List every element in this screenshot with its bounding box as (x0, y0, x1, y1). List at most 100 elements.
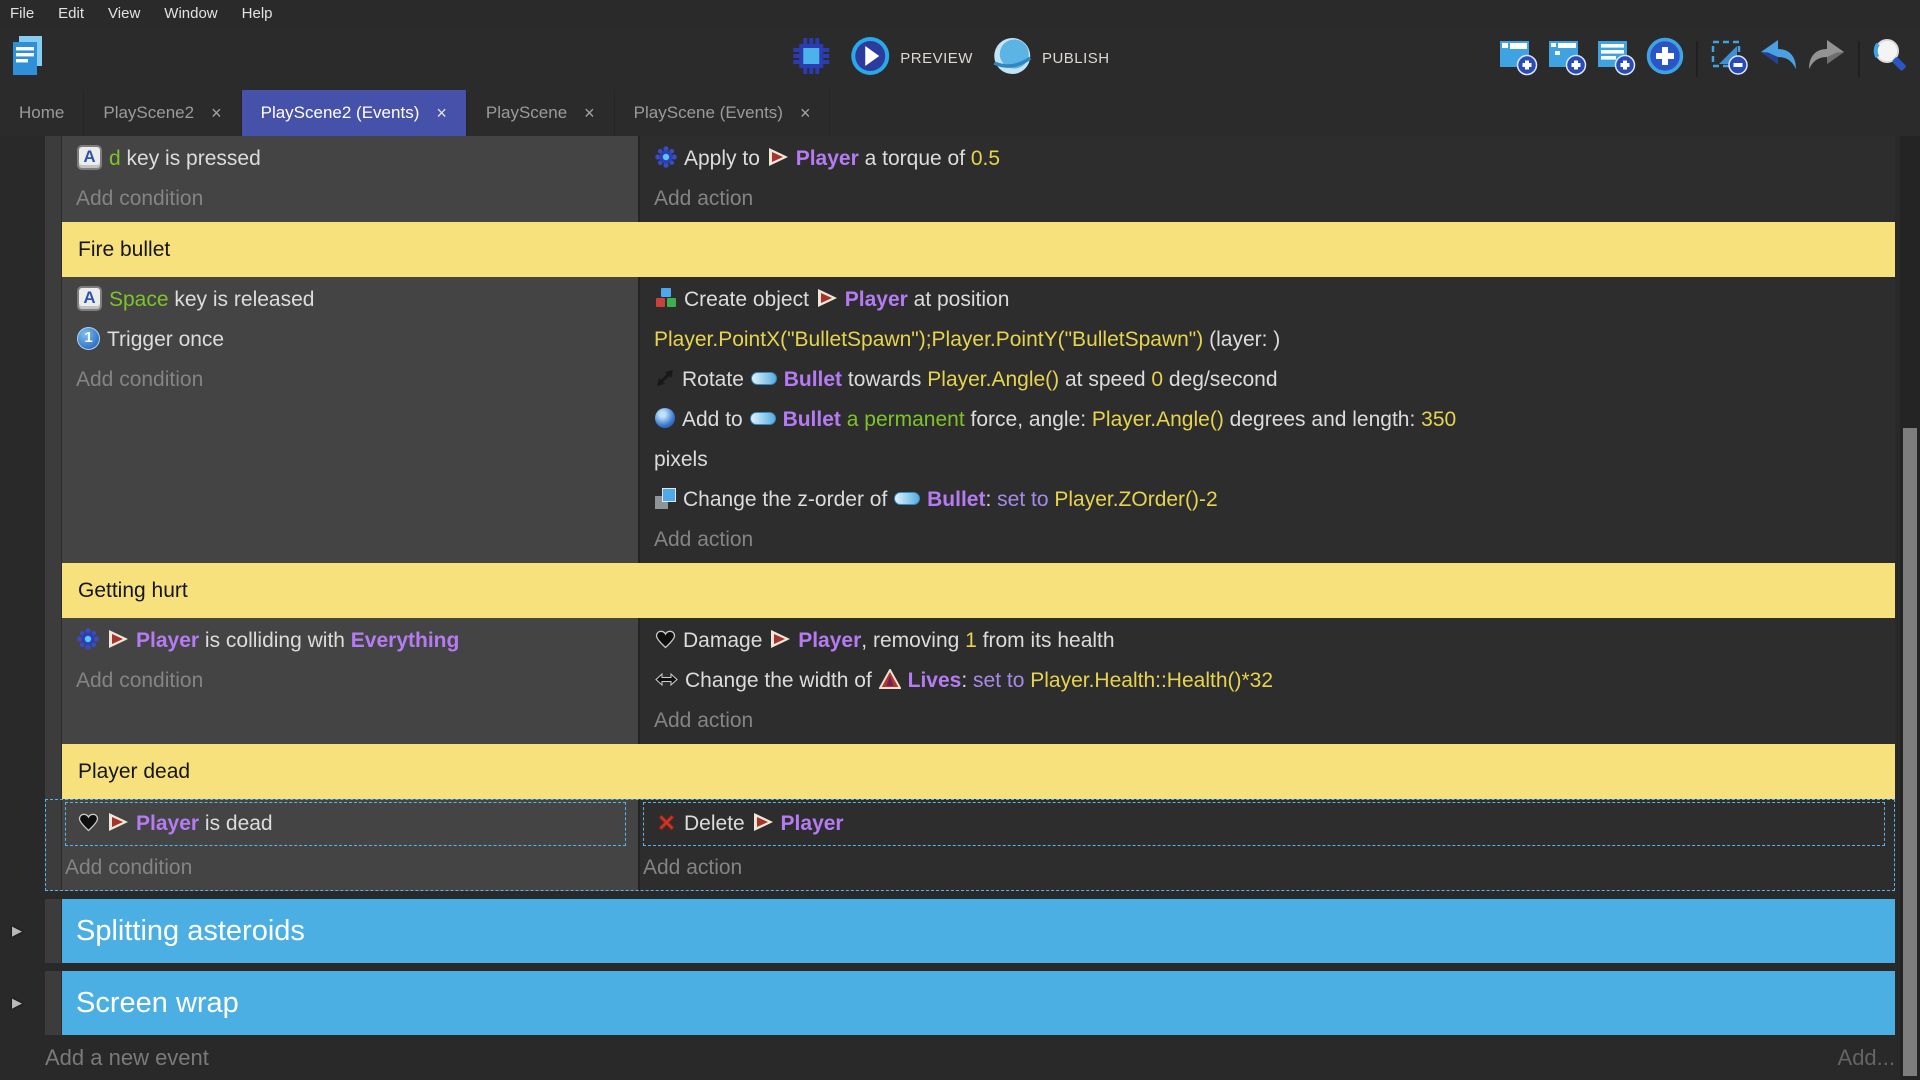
remove-selected-button[interactable] (1708, 38, 1750, 80)
action[interactable]: Damage Player, removing 1 from its healt… (654, 621, 1887, 661)
close-icon[interactable]: × (800, 104, 811, 122)
event-row: Player is deadAdd conditionDelete Player… (45, 799, 1895, 891)
menu-help[interactable]: Help (230, 0, 285, 27)
add-action-button[interactable]: Add action (654, 701, 1887, 741)
row-drag-handle[interactable] (45, 563, 62, 618)
token: Player (798, 629, 861, 652)
condition[interactable]: Player is colliding with Everything (76, 621, 630, 661)
group-title[interactable]: Screen wrap (62, 971, 1895, 1035)
lives-icon (879, 669, 901, 689)
toolbar-separator (1696, 41, 1698, 77)
comment-text[interactable]: Fire bullet (62, 222, 1895, 277)
physics-icon (655, 146, 677, 168)
menu-file[interactable]: File (0, 0, 46, 27)
tab-playscene[interactable]: PlayScene × (467, 90, 615, 136)
add-event-button[interactable] (1497, 38, 1539, 80)
condition[interactable]: 1Trigger once (76, 320, 630, 360)
token: Add to (682, 408, 749, 431)
token: Lives (908, 669, 962, 692)
menu-window[interactable]: Window (152, 0, 229, 27)
close-icon[interactable]: × (436, 104, 447, 122)
conditions-cell: ASpace key is released1Trigger onceAdd c… (62, 277, 640, 563)
action[interactable]: Add to Bullet a permanent force, angle: … (654, 400, 1887, 480)
row-drag-handle[interactable] (45, 971, 62, 1035)
tab-playscene-events[interactable]: PlayScene (Events) × (615, 90, 831, 136)
menu-view[interactable]: View (96, 0, 152, 27)
condition[interactable]: Ad key is pressed (76, 139, 630, 179)
action[interactable]: Apply to Player a torque of 0.5 (654, 139, 1887, 179)
actions-cell: Delete PlayerAdd action (640, 799, 1895, 891)
event-row: Ad key is pressedAdd condition Apply to P… (45, 136, 1895, 222)
action[interactable]: Change the z-order of Bullet: set to Pla… (654, 480, 1887, 520)
token: Player.ZOrder()-2 (1054, 488, 1217, 511)
publish-button[interactable]: PUBLISH (991, 35, 1110, 82)
preview-button[interactable]: PREVIEW (849, 35, 973, 82)
player-icon (767, 147, 789, 167)
comment-text[interactable]: Getting hurt (62, 563, 1895, 618)
row-drag-handle[interactable] (45, 744, 62, 799)
token: deg/second (1163, 368, 1277, 391)
add-condition-button[interactable]: Add condition (76, 179, 630, 219)
comment-row: Getting hurt (45, 563, 1895, 618)
project-manager-button[interactable] (8, 34, 46, 83)
token: Bullet (783, 408, 841, 431)
redo-button[interactable] (1806, 38, 1848, 80)
token: Delete (684, 812, 751, 835)
bullet-icon (894, 492, 920, 505)
close-icon[interactable]: × (584, 104, 595, 122)
add-new-event-button[interactable]: Add a new event (45, 1045, 209, 1071)
row-drag-handle[interactable] (45, 277, 62, 563)
tab-home[interactable]: Home (0, 90, 84, 136)
collapse-arrow-icon[interactable]: ▶ (12, 995, 22, 1011)
token: Player.Angle() (927, 368, 1059, 391)
row-drag-handle[interactable] (45, 799, 62, 891)
comment-text[interactable]: Player dead (62, 744, 1895, 799)
preview-label: PREVIEW (900, 50, 973, 67)
add-condition-button[interactable]: Add condition (76, 661, 630, 701)
condition[interactable]: ASpace key is released (76, 280, 630, 320)
undo-button[interactable] (1757, 38, 1799, 80)
add-new-button[interactable] (1644, 38, 1686, 80)
row-drag-handle[interactable] (45, 222, 62, 277)
add-condition-button[interactable]: Add condition (65, 848, 630, 888)
row-drag-handle[interactable] (45, 618, 62, 744)
scrollbar-thumb[interactable] (1903, 428, 1917, 1076)
action[interactable]: Rotate Bullet towards Player.Angle() at … (654, 360, 1887, 400)
group-title[interactable]: Splitting asteroids (62, 899, 1895, 963)
row-drag-handle[interactable] (45, 899, 62, 963)
token: a permanent (847, 408, 965, 431)
publish-icon (991, 35, 1033, 82)
condition[interactable]: Player is dead (77, 804, 621, 844)
row-drag-handle[interactable] (45, 136, 62, 222)
token: Player (845, 288, 908, 311)
token: Player (136, 812, 199, 835)
add-comment-button[interactable] (1595, 38, 1637, 80)
token: : (985, 488, 997, 511)
menu-edit[interactable]: Edit (46, 0, 96, 27)
player-icon (816, 288, 838, 308)
zorder-icon (655, 488, 676, 509)
add-button[interactable]: Add... (1838, 1045, 1895, 1071)
add-action-button[interactable]: Add action (654, 179, 1887, 219)
debugger-button[interactable] (791, 36, 831, 81)
add-condition-button[interactable]: Add condition (76, 360, 630, 400)
tab-playscene2-events[interactable]: PlayScene2 (Events) × (242, 90, 467, 136)
bullet-icon (751, 372, 777, 385)
search-button[interactable] (1870, 38, 1912, 80)
tab-playscene2[interactable]: PlayScene2 × (84, 90, 241, 136)
close-icon[interactable]: × (211, 104, 222, 122)
token: 1 (965, 629, 977, 652)
action[interactable]: Create object Player at positionPlayer.P… (654, 280, 1887, 360)
collapse-arrow-icon[interactable]: ▶ (12, 923, 22, 939)
token: Space (109, 288, 169, 311)
toolbar-center: PREVIEW PUBLISH (791, 35, 1109, 82)
action[interactable]: Delete Player (655, 804, 1880, 844)
token: Change the width of (685, 669, 878, 692)
action[interactable]: Change the width of Lives: set to Player… (654, 661, 1887, 701)
add-subevent-icon (1547, 36, 1587, 81)
vertical-scrollbar[interactable] (1900, 136, 1920, 1080)
add-subevent-button[interactable] (1546, 38, 1588, 80)
toolbar-separator (1858, 41, 1860, 77)
add-action-button[interactable]: Add action (654, 520, 1887, 560)
add-action-button[interactable]: Add action (643, 848, 1887, 888)
